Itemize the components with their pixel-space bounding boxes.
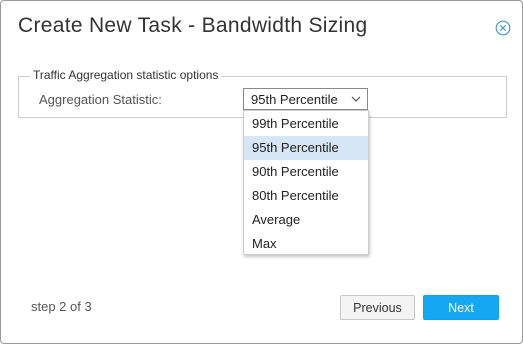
aggregation-statistic-options: 99th Percentile 95th Percentile 90th Per…: [243, 110, 369, 255]
dialog-title: Create New Task - Bandwidth Sizing: [18, 14, 368, 37]
chevron-down-icon: [351, 96, 361, 102]
option-90th-percentile[interactable]: 90th Percentile: [244, 160, 368, 184]
next-button[interactable]: Next: [423, 295, 499, 320]
aggregation-statistic-label: Aggregation Statistic:: [39, 92, 162, 107]
previous-button[interactable]: Previous: [340, 295, 415, 320]
option-max[interactable]: Max: [244, 232, 368, 256]
option-99th-percentile[interactable]: 99th Percentile: [244, 112, 368, 136]
option-80th-percentile[interactable]: 80th Percentile: [244, 184, 368, 208]
close-icon[interactable]: [495, 20, 511, 36]
select-current-value: 95th Percentile: [251, 92, 338, 107]
option-average[interactable]: Average: [244, 208, 368, 232]
fieldset-legend: Traffic Aggregation statistic options: [30, 68, 222, 82]
create-task-dialog: Create New Task - Bandwidth Sizing Traff…: [0, 0, 523, 344]
step-indicator: step 2 of 3: [31, 299, 92, 314]
aggregation-statistic-select[interactable]: 95th Percentile: [243, 88, 368, 110]
option-95th-percentile[interactable]: 95th Percentile: [244, 136, 368, 160]
